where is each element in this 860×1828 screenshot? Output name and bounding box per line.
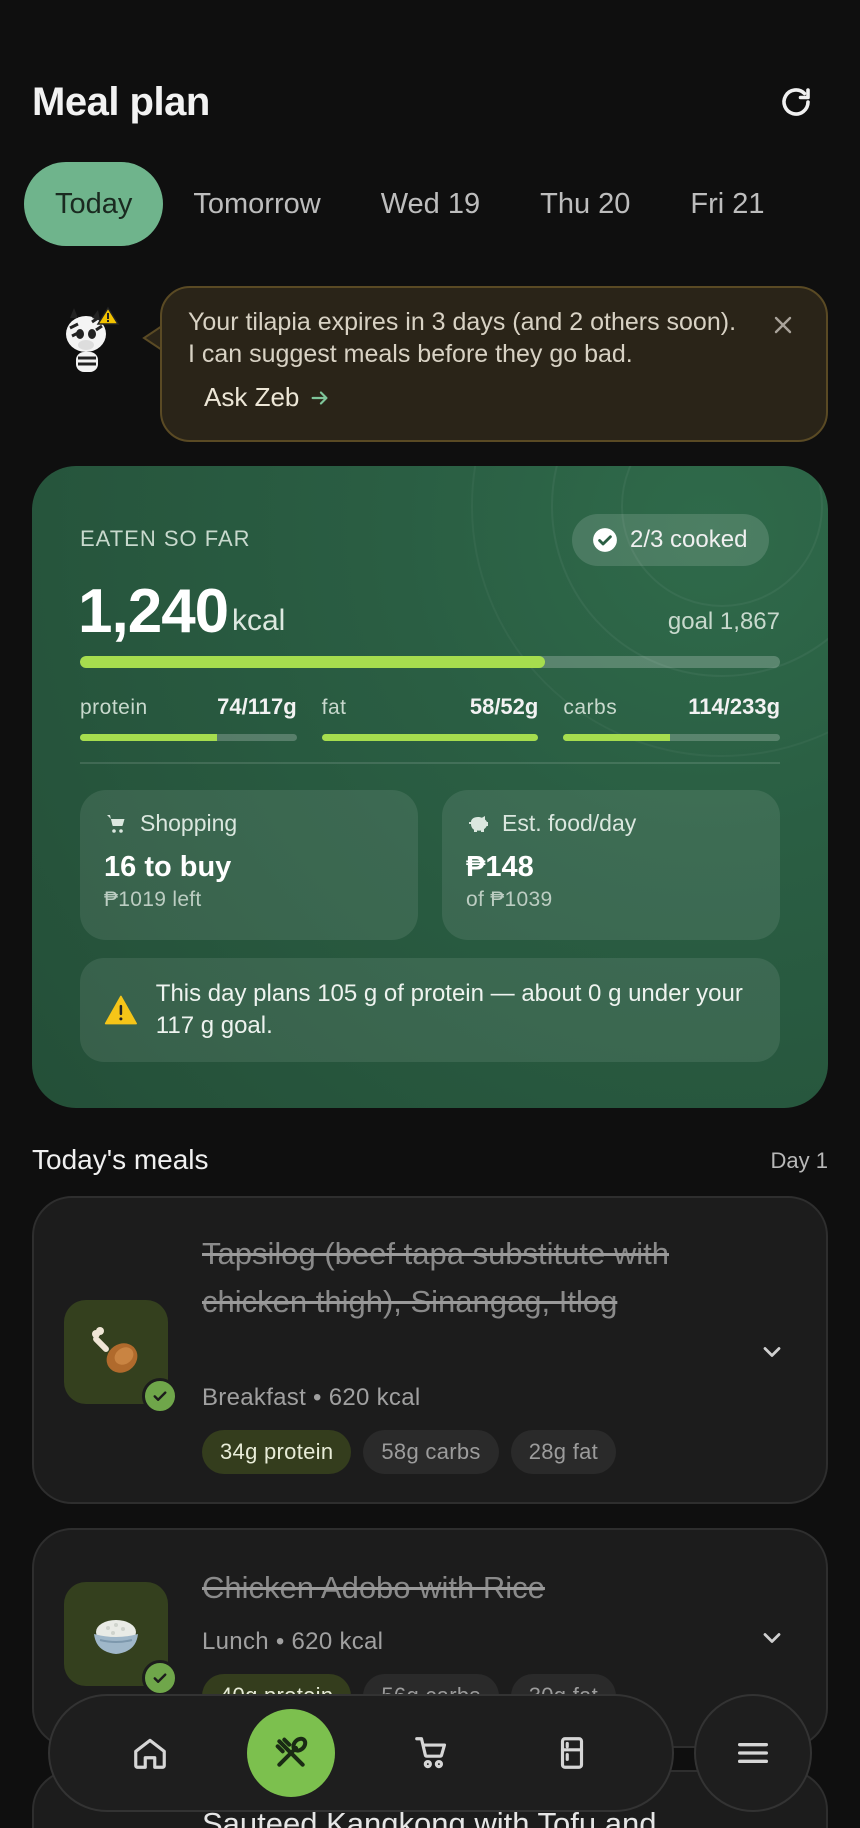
- page-title: Meal plan: [32, 80, 210, 124]
- tab-today[interactable]: Today: [24, 162, 164, 246]
- nutrition-summary-card: EATEN SO FAR 2/3 cooked 1,240 kcal goal …: [32, 466, 828, 1108]
- check-icon: [153, 1673, 167, 1683]
- kcal-progress-bar: [80, 656, 780, 668]
- check-circle-icon: [593, 528, 617, 552]
- macro-protein-fill: [80, 734, 217, 741]
- zebra-mascot-avatar: [56, 300, 132, 380]
- kcal-unit: kcal: [232, 604, 286, 637]
- meal-name: Chicken Adobo with Rice: [202, 1570, 545, 1605]
- macro-carbs: carbs 114/233g: [563, 694, 781, 741]
- meal-thumbnail: [64, 1300, 178, 1414]
- cooked-check-badge: [142, 1660, 178, 1696]
- macro-carbs-name: carbs: [563, 696, 618, 719]
- kcal-goal: goal 1,867: [667, 608, 780, 635]
- shopping-count: 16 to buy: [104, 851, 232, 883]
- speech-tail: [142, 326, 162, 350]
- tab-wed-19[interactable]: Wed 19: [351, 162, 510, 246]
- macro-carbs-value: 114/233g: [688, 694, 781, 719]
- eaten-so-far-label: EATEN SO FAR: [80, 526, 251, 551]
- cart-icon: [415, 1737, 447, 1769]
- food-per-day-card[interactable]: Est. food/day ₱148 of ₱1039: [442, 790, 780, 940]
- macro-chips: 34g protein 58g carbs 28g fat: [202, 1430, 617, 1474]
- macro-protein: protein 74/117g: [80, 694, 297, 741]
- chevron-down-icon: [763, 1633, 781, 1643]
- macro-fat-value: 58/52g: [469, 694, 539, 719]
- expand-meal-button[interactable]: [754, 1334, 790, 1370]
- utensils-icon: [275, 1736, 307, 1767]
- macro-fat: fat 58/52g: [321, 694, 539, 741]
- nav-home-button[interactable]: [106, 1709, 194, 1797]
- day-tabs: Today Tomorrow Wed 19 Thu 20 Fri 21: [24, 162, 795, 246]
- cooked-badge: 2/3 cooked: [572, 514, 770, 566]
- food-per-day-label: Est. food/day: [502, 810, 637, 836]
- meal-thumbnail: [64, 1582, 178, 1696]
- close-icon: [774, 316, 792, 334]
- expiry-banner: Your tilapia expires in 3 days (and 2 ot…: [160, 286, 828, 442]
- meal-name: Tapsilog (beef tapa substitute with chic…: [202, 1236, 669, 1319]
- shopping-label: Shopping: [140, 810, 238, 836]
- tab-thu-20[interactable]: Thu 20: [510, 162, 660, 246]
- expand-meal-button[interactable]: [754, 1620, 790, 1656]
- meal-meta: Breakfast • 620 kcal: [202, 1384, 421, 1411]
- warning-icon: [104, 995, 137, 1025]
- nav-meal-plan-button[interactable]: [246, 1709, 335, 1797]
- chevron-down-icon: [763, 1347, 781, 1357]
- ask-zeb-button[interactable]: Ask Zeb: [204, 382, 331, 413]
- macro-fat-fill: [321, 734, 539, 741]
- chicken-leg-icon: [92, 1327, 138, 1373]
- protein-warning: This day plans 105 g of protein — about …: [80, 958, 780, 1062]
- rice-bowl-icon: [94, 1620, 138, 1654]
- ask-zeb-label: Ask Zeb: [204, 382, 300, 412]
- refresh-button[interactable]: [774, 80, 818, 124]
- fat-chip: 28g fat: [510, 1430, 617, 1474]
- macro-protein-value: 74/117g: [217, 694, 297, 719]
- carbs-chip: 58g carbs: [363, 1430, 499, 1474]
- macro-fat-bar: [321, 734, 539, 741]
- macro-fat-name: fat: [321, 696, 347, 719]
- macro-carbs-bar: [563, 734, 781, 741]
- banner-close-button[interactable]: [766, 308, 800, 342]
- protein-warning-text: This day plans 105 g of protein — about …: [155, 980, 743, 1039]
- food-per-day-value: ₱148: [466, 851, 534, 883]
- tab-tomorrow[interactable]: Tomorrow: [163, 162, 350, 246]
- nav-pantry-button[interactable]: [528, 1709, 616, 1797]
- menu-icon: [738, 1743, 768, 1763]
- fridge-icon: [560, 1737, 583, 1769]
- kcal-progress-fill: [80, 656, 545, 668]
- meal-card-breakfast[interactable]: Tapsilog (beef tapa substitute with chic…: [32, 1196, 828, 1504]
- plan-day-label: Day 1: [770, 1148, 828, 1173]
- arrow-right-icon: [311, 390, 328, 405]
- shopping-card[interactable]: Shopping 16 to buy ₱1019 left: [80, 790, 418, 940]
- kcal-eaten: 1,240: [78, 577, 229, 646]
- bottom-nav: [48, 1694, 674, 1812]
- piggy-bank-icon: [469, 815, 488, 832]
- check-icon: [153, 1391, 167, 1401]
- cooked-count: 2/3 cooked: [630, 526, 748, 553]
- protein-chip: 34g protein: [202, 1430, 352, 1474]
- cart-icon: [107, 814, 125, 833]
- food-per-day-budget: of ₱1039: [466, 888, 553, 911]
- menu-button[interactable]: [694, 1694, 812, 1812]
- meal-meta: Lunch • 620 kcal: [202, 1628, 384, 1655]
- home-icon: [134, 1738, 167, 1769]
- macro-list: protein 74/117g fat 58/52g carbs 114/233…: [80, 694, 781, 741]
- banner-text: Your tilapia expires in 3 days (and 2 ot…: [188, 308, 737, 368]
- macro-protein-bar: [80, 734, 297, 741]
- summary-divider: [80, 762, 780, 764]
- nav-shopping-button[interactable]: [387, 1709, 475, 1797]
- refresh-icon: [782, 88, 810, 116]
- meals-heading: Today's meals: [32, 1144, 209, 1175]
- tab-fri-21[interactable]: Fri 21: [660, 162, 794, 246]
- macro-carbs-fill: [563, 734, 670, 741]
- cooked-check-badge: [142, 1378, 178, 1414]
- macro-protein-name: protein: [80, 696, 148, 719]
- shopping-budget-left: ₱1019 left: [104, 888, 202, 911]
